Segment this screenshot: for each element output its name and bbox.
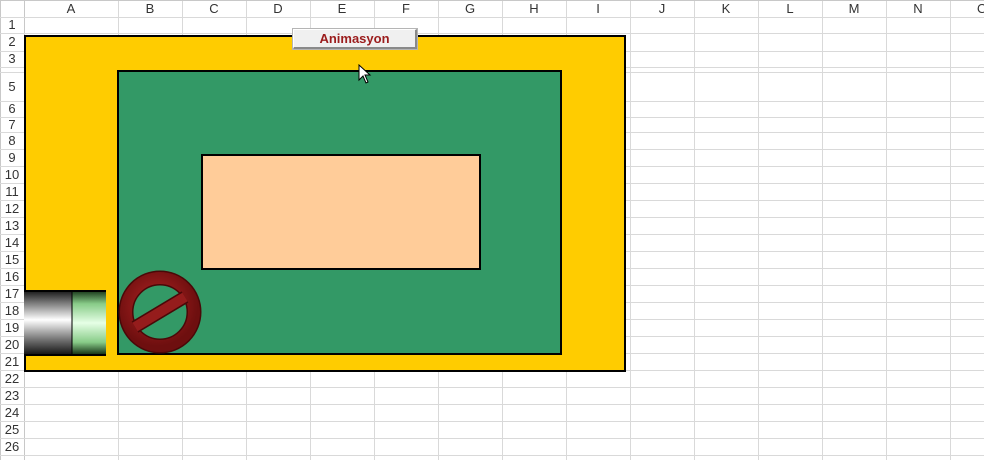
- row-header-3[interactable]: 3: [0, 51, 24, 67]
- row-header-21[interactable]: 21: [0, 353, 24, 370]
- column-header-m[interactable]: M: [822, 0, 886, 17]
- column-header-n[interactable]: N: [886, 0, 950, 17]
- row-header-16[interactable]: 16: [0, 268, 24, 285]
- column-header-a[interactable]: A: [24, 0, 118, 17]
- arrow-cursor-icon: [358, 64, 372, 84]
- column-header-j[interactable]: J: [630, 0, 694, 17]
- no-entry-icon[interactable]: [117, 269, 203, 355]
- row-header-19[interactable]: 19: [0, 319, 24, 336]
- row-header-26[interactable]: 26: [0, 438, 24, 455]
- row-header-5[interactable]: 5: [0, 72, 24, 101]
- column-header-b[interactable]: B: [118, 0, 182, 17]
- column-header-g[interactable]: G: [438, 0, 502, 17]
- row-header-25[interactable]: 25: [0, 421, 24, 438]
- peach-rectangle[interactable]: [201, 154, 481, 270]
- row-header-15[interactable]: 15: [0, 251, 24, 268]
- spreadsheet-sheet[interactable]: ABCDEFGHIJKLMNO 123456789101112131415161…: [0, 0, 984, 460]
- row-header-8[interactable]: 8: [0, 132, 24, 149]
- row-header-12[interactable]: 12: [0, 200, 24, 217]
- row-header-20[interactable]: 20: [0, 336, 24, 353]
- row-header-14[interactable]: 14: [0, 234, 24, 251]
- row-header-2[interactable]: 2: [0, 33, 24, 51]
- column-header-d[interactable]: D: [246, 0, 310, 17]
- cylinder-icon[interactable]: [24, 290, 108, 356]
- row-header-24[interactable]: 24: [0, 404, 24, 421]
- column-header-o[interactable]: O: [950, 0, 984, 17]
- row-header-7[interactable]: 7: [0, 117, 24, 132]
- row-header-6[interactable]: 6: [0, 101, 24, 117]
- row-header-17[interactable]: 17: [0, 285, 24, 302]
- row-header-22[interactable]: 22: [0, 370, 24, 387]
- row-header-13[interactable]: 13: [0, 217, 24, 234]
- row-header-10[interactable]: 10: [0, 166, 24, 183]
- column-header-e[interactable]: E: [310, 0, 374, 17]
- row-header-23[interactable]: 23: [0, 387, 24, 404]
- column-header-i[interactable]: I: [566, 0, 630, 17]
- animasyon-button[interactable]: Animasyon: [292, 28, 418, 50]
- row-header-9[interactable]: 9: [0, 149, 24, 166]
- row-header-1[interactable]: 1: [0, 17, 24, 33]
- column-header-h[interactable]: H: [502, 0, 566, 17]
- column-header-k[interactable]: K: [694, 0, 758, 17]
- column-header-l[interactable]: L: [758, 0, 822, 17]
- row-header-11[interactable]: 11: [0, 183, 24, 200]
- column-header-f[interactable]: F: [374, 0, 438, 17]
- column-header-c[interactable]: C: [182, 0, 246, 17]
- row-header-18[interactable]: 18: [0, 302, 24, 319]
